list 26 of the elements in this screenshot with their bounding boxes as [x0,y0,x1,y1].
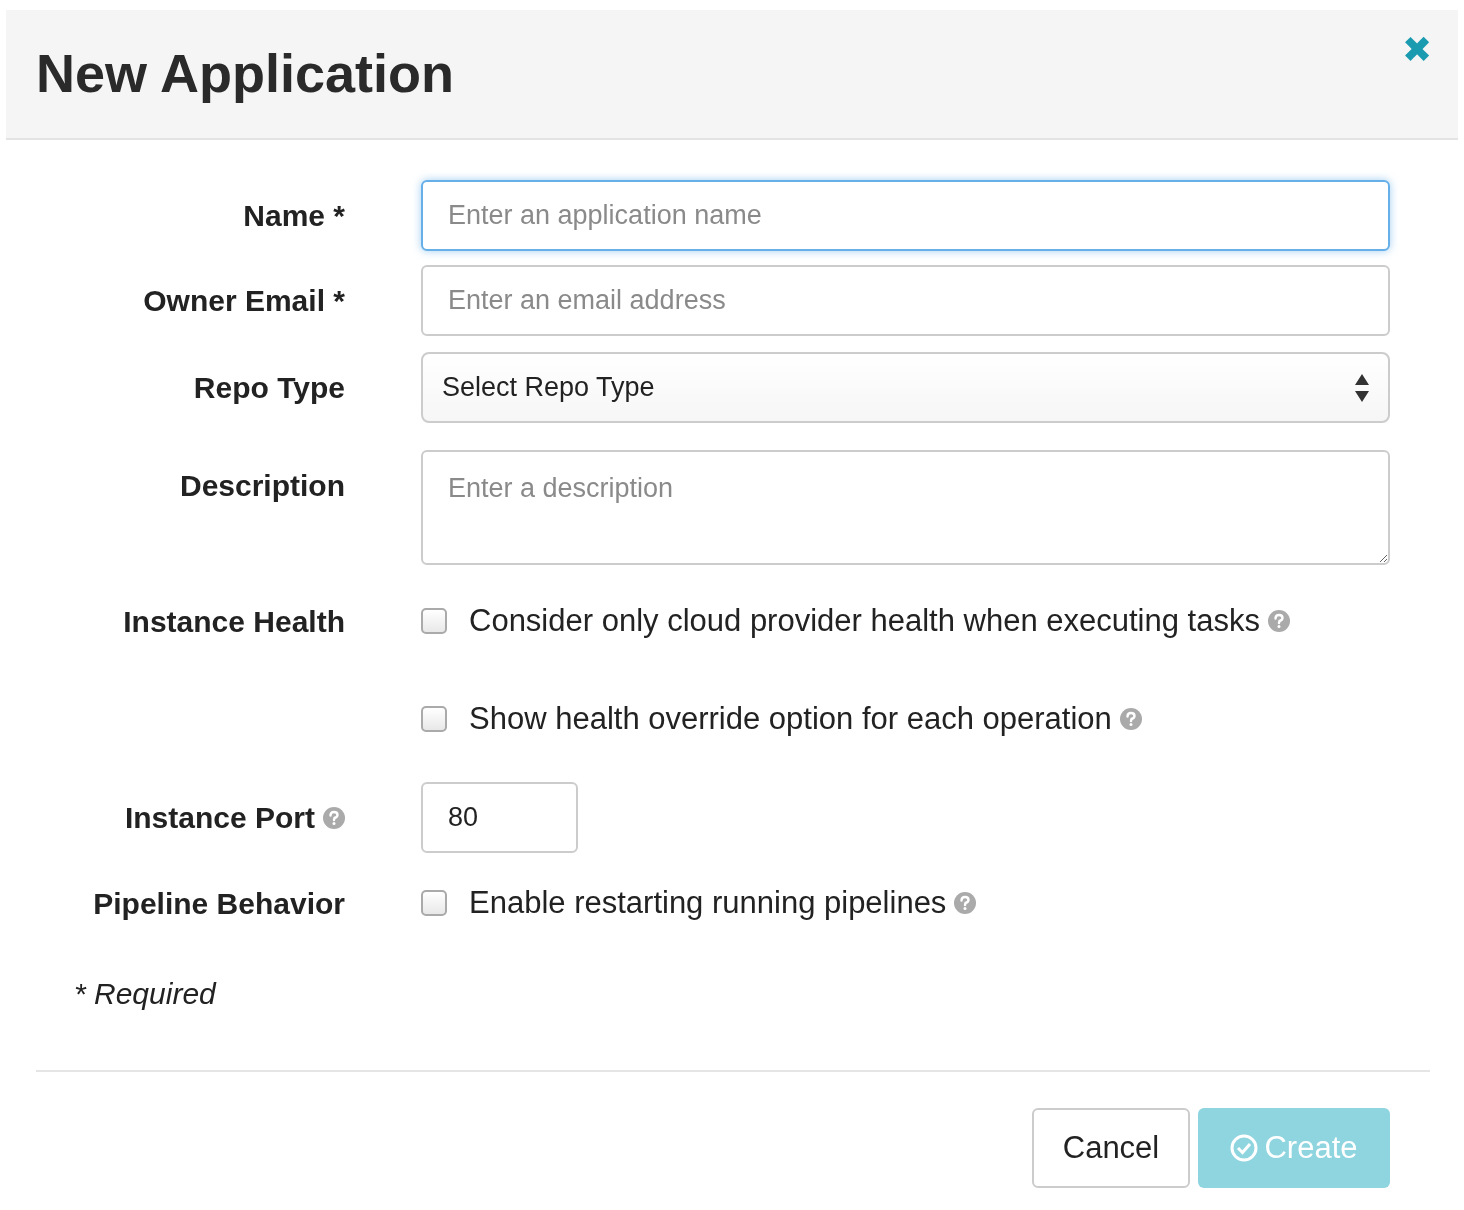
field-label: Repo Type [193,370,345,406]
text-field[interactable]: Enter an application name [421,180,1390,251]
updown-arrows-icon [1355,373,1369,402]
field-label: Description [179,468,345,504]
text-field[interactable]: Enter an email address [421,265,1390,336]
help-icon[interactable] [1267,610,1290,632]
checkbox-label: Enable restarting running pipelines [469,883,947,922]
help-icon[interactable] [954,892,977,914]
field-label: Instance Port [124,800,315,836]
checkbox-label: Consider only cloud provider health when executing tasks [469,601,1260,640]
checkbox[interactable] [421,706,447,732]
checkbox-label: Show health override option for each operation [469,699,1112,738]
select-dropdown[interactable]: Select Repo Type [421,352,1390,423]
field-label: Pipeline Behavior [93,885,345,922]
number-field[interactable]: 80 [421,782,578,853]
checkbox[interactable] [421,890,447,916]
cancel-button[interactable]: Cancel [1032,1108,1190,1188]
field-label: Instance Health [123,603,345,640]
help-icon[interactable] [1119,708,1142,730]
help-icon[interactable] [323,806,345,829]
field-label: Owner Email * [143,283,345,319]
checkbox[interactable] [421,608,447,634]
field-label: Name * [243,198,345,234]
description-field[interactable]: Enter a description [421,450,1390,565]
required-note: * Required [74,976,218,1012]
check-circle-icon [1230,1134,1259,1162]
